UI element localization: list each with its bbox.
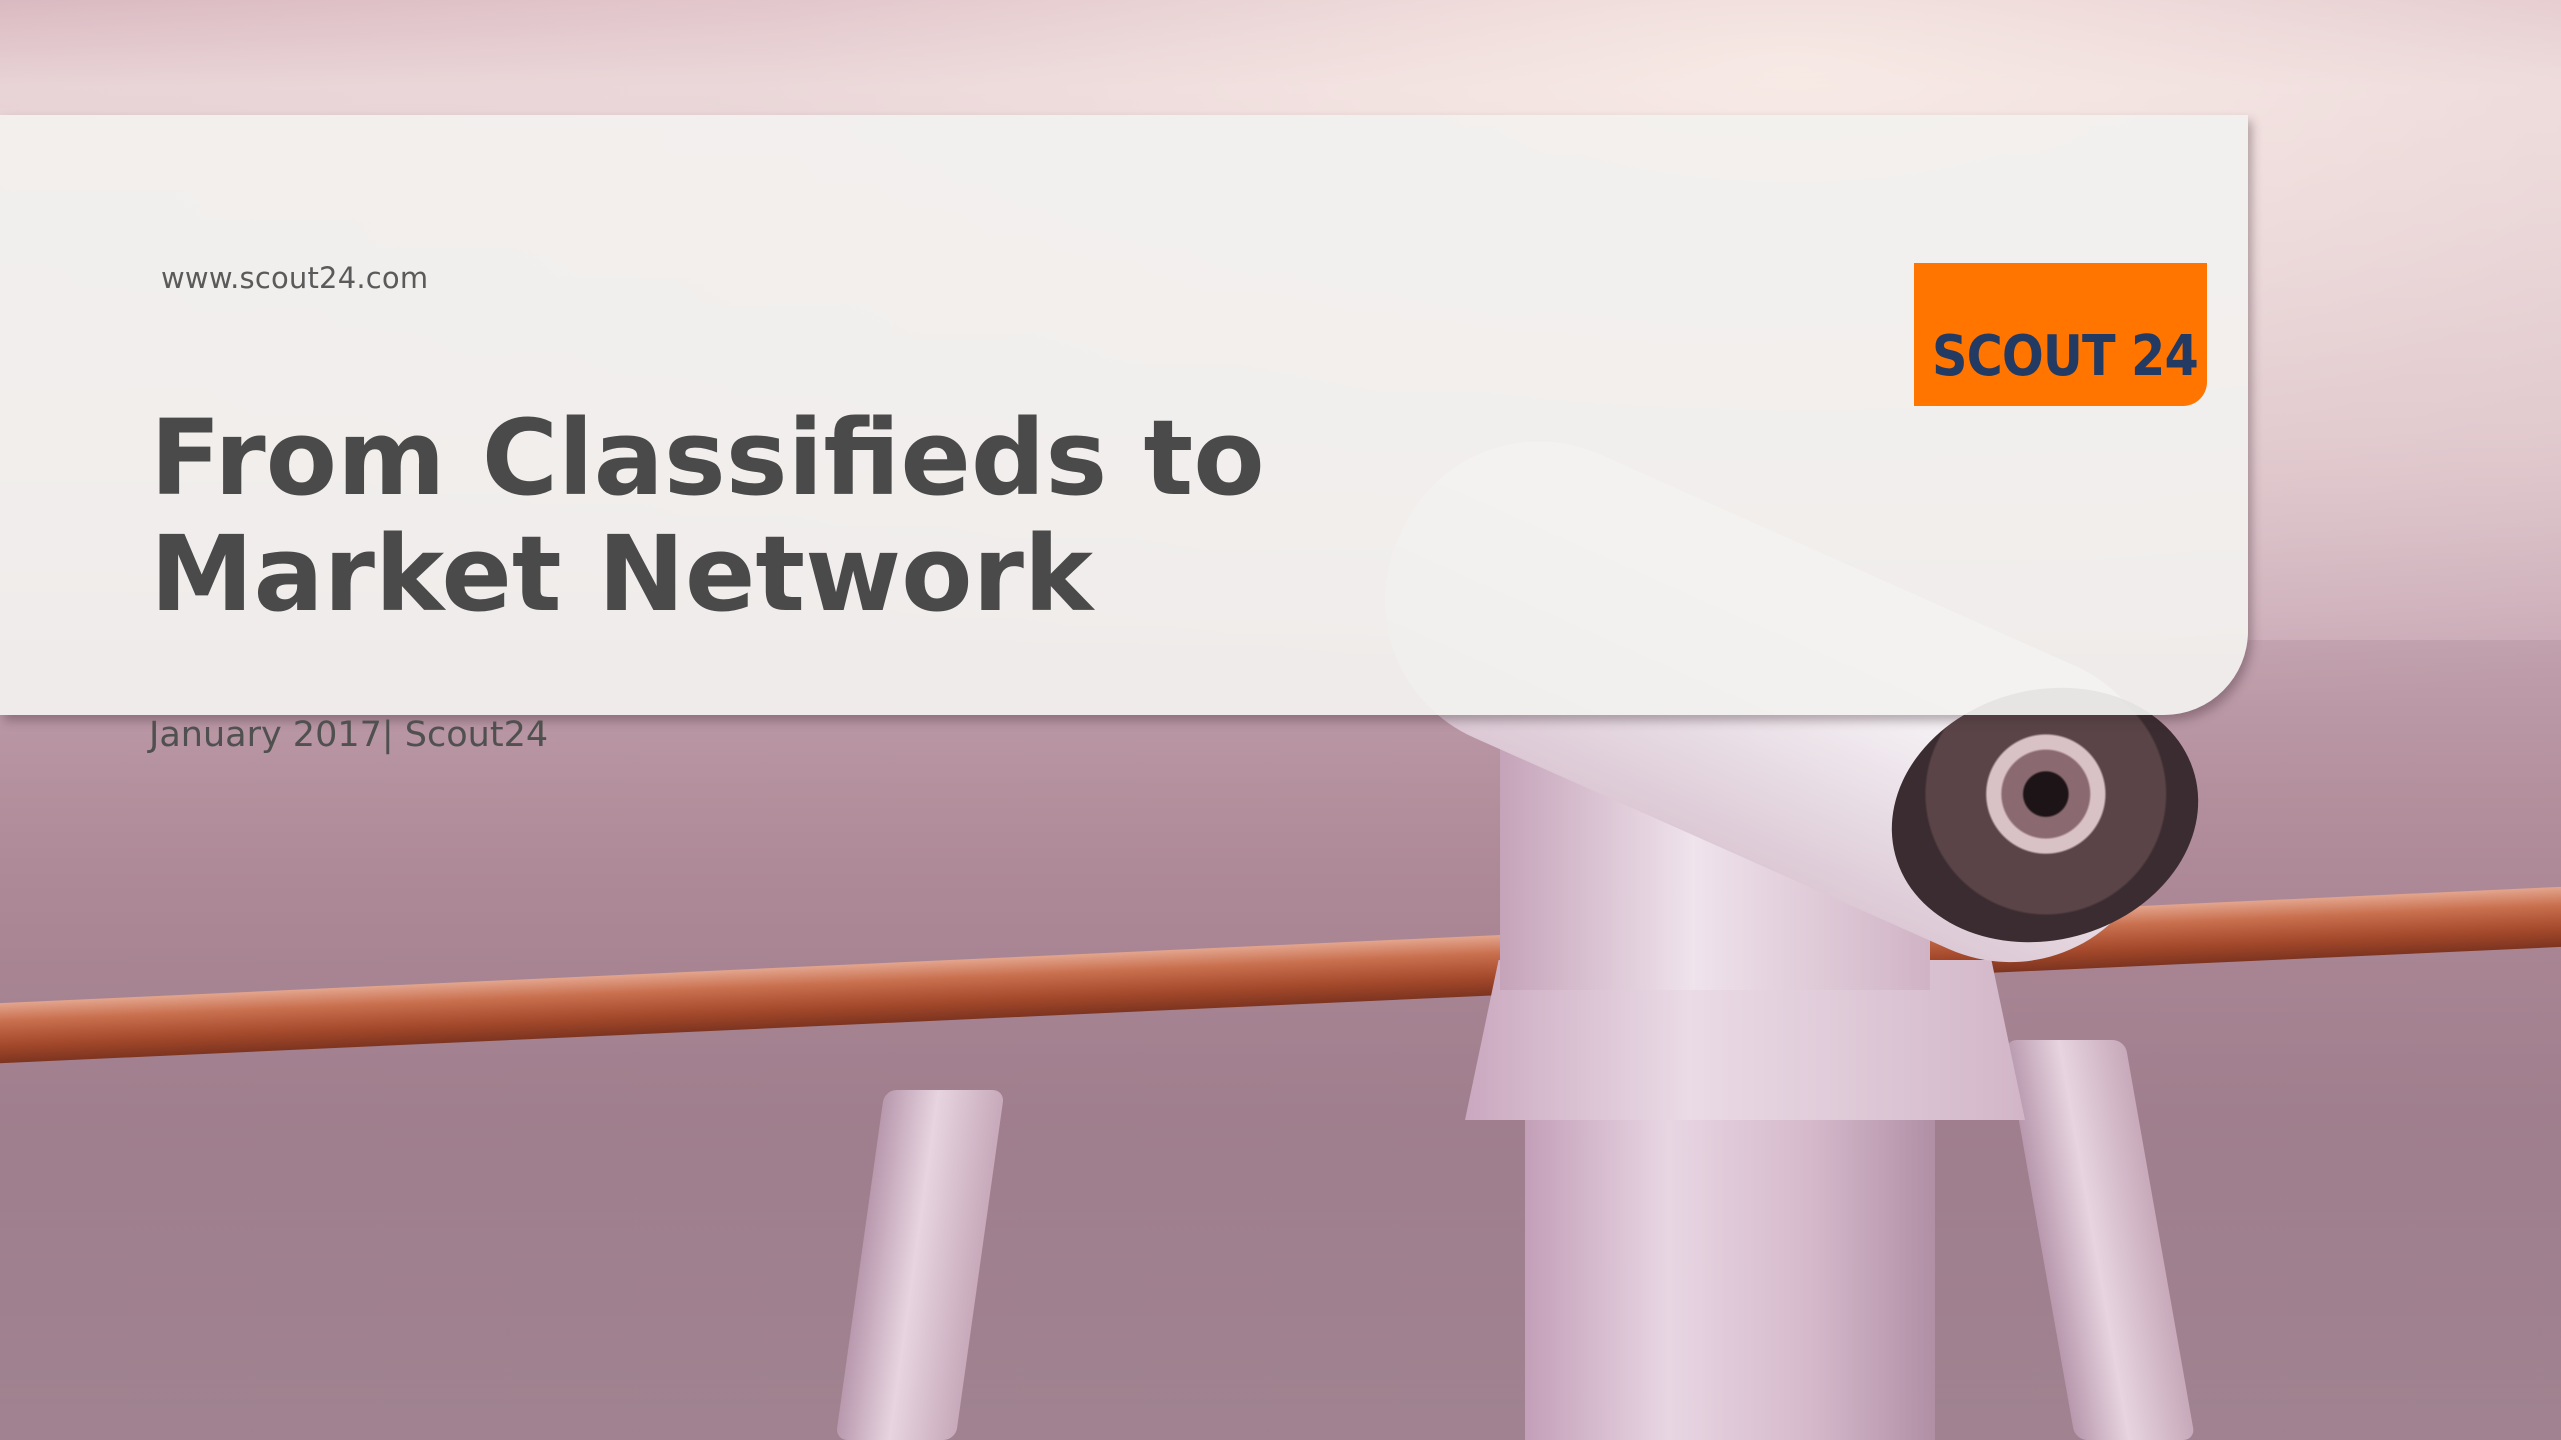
slide-title-line: From Classifieds to — [150, 397, 1265, 519]
slide-title-line: Market Network — [150, 513, 1094, 635]
slide-title: From Classifieds to Market Network — [150, 400, 1265, 632]
title-card: www.scout24.com From Classifieds to Mark… — [0, 115, 2248, 755]
slide-subtitle: January 2017| Scout24 — [149, 715, 549, 755]
telescope-pillar — [1525, 1080, 1935, 1440]
logo-wordmark: SCOUT 24 — [1932, 324, 2199, 389]
title-slide: www.scout24.com From Classifieds to Mark… — [0, 0, 2561, 1440]
scout24-logo: SCOUT 24 — [1914, 263, 2207, 406]
website-url: www.scout24.com — [161, 261, 429, 295]
